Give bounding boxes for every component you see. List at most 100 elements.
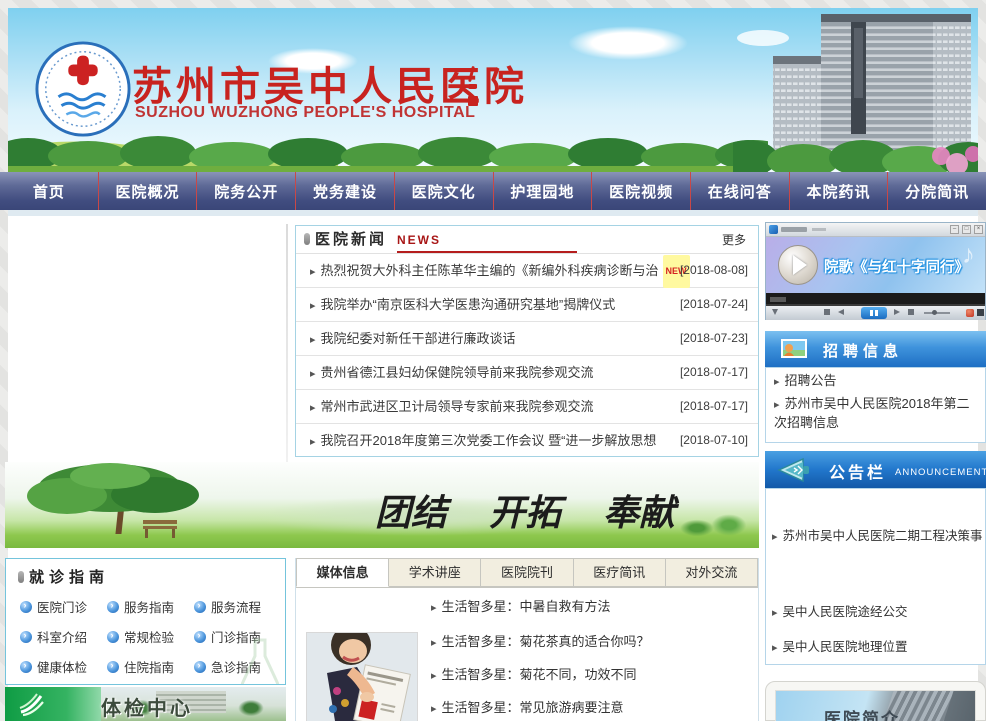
arrow-sphere-icon <box>194 631 206 643</box>
flask-watermark-icon <box>237 638 283 685</box>
slideshow-placeholder <box>286 224 288 464</box>
guide-link-departments[interactable]: 科室介绍 <box>20 627 107 646</box>
hospital-logo <box>34 40 132 138</box>
tab-medical-briefs[interactable]: 医疗简讯 <box>574 558 666 587</box>
nav-item-branch[interactable]: 分院简讯 <box>888 172 986 210</box>
next-track-icon[interactable] <box>894 309 900 315</box>
arrow-sphere-icon <box>107 631 119 643</box>
guide-title: 就诊指南 <box>29 569 109 586</box>
nav-item-culture[interactable]: 医院文化 <box>395 172 494 210</box>
nav-item-pharmacy[interactable]: 本院药讯 <box>790 172 889 210</box>
media-article-list: 生活智多星：中暑自救有方法 生活智多星：菊花茶真的适合你吗？ 生活智多星：菊花不… <box>431 590 751 721</box>
hospital-news-section: 医院新闻 NEWS 更多 热烈祝贺大外科主任陈革华主编的《新编外科疾病诊断与治NE… <box>295 225 759 457</box>
stop-icon[interactable] <box>824 309 830 315</box>
announcement-header[interactable]: 公告栏 ANNOUNCEMENT <box>765 451 986 488</box>
guide-link-inpatient[interactable]: 住院指南 <box>107 657 194 676</box>
news-item[interactable]: 贵州省德江县妇幼保健院领导前来我院参观交流 [2018-07-17] <box>296 356 758 390</box>
nav-item-nursing[interactable]: 护理园地 <box>494 172 593 210</box>
megaphone-icon <box>777 456 815 484</box>
visit-guide-section: 就诊指南 医院门诊 服务指南 服务流程 科室介绍 常规检验 门诊指南 健康体检 … <box>5 558 286 685</box>
news-title-en: NEWS <box>397 229 577 253</box>
announcement-link[interactable]: 吴中人民医院途经公交 <box>772 601 908 620</box>
record-icon[interactable] <box>966 309 974 317</box>
checkup-logo-icon <box>17 690 47 718</box>
slogan-text: 团结开拓奉献 <box>375 484 717 536</box>
close-icon[interactable]: × <box>974 225 983 234</box>
guide-link-outpatient[interactable]: 医院门诊 <box>20 597 107 616</box>
intro-label: 医院简介 <box>824 705 900 721</box>
pause-button[interactable] <box>861 307 887 319</box>
nav-item-overview[interactable]: 医院概况 <box>99 172 198 210</box>
nav-item-party[interactable]: 党务建设 <box>296 172 395 210</box>
intro-photo: 医院简介 <box>775 690 976 721</box>
arrow-sphere-icon <box>20 601 32 613</box>
nav-item-qa[interactable]: 在线问答 <box>691 172 790 210</box>
maximize-icon[interactable]: □ <box>962 225 971 234</box>
guide-link-routine-tests[interactable]: 常规检验 <box>107 627 194 646</box>
main-nav: 首页 医院概况 院务公开 党务建设 医院文化 护理园地 医院视频 在线问答 本院… <box>0 172 986 210</box>
play-button[interactable] <box>778 245 818 285</box>
announcement-link[interactable]: 吴中人民医院地理位置 <box>772 636 908 655</box>
news-item[interactable]: 我院召开2018年度第三次党委工作会议 暨“进一步解放思想 [2018-07-1… <box>296 424 758 457</box>
video-caption: 院歌《与红十字同行》 <box>824 256 969 277</box>
menu-icon[interactable] <box>772 309 778 315</box>
volume-slider[interactable] <box>924 312 950 314</box>
recruitment-link[interactable]: 苏州市吴中人民医院2018年第二次招聘信息 <box>766 391 985 432</box>
player-controls <box>766 306 985 320</box>
hospital-building-photo <box>733 8 978 172</box>
media-article-photo <box>306 632 418 721</box>
recruitment-icon <box>781 339 807 358</box>
nav-item-home[interactable]: 首页 <box>0 172 99 210</box>
arrow-sphere-icon <box>20 661 32 673</box>
video-player-window[interactable]: – □ × ♪ ♫ 院歌《与红十字同行》 <box>765 222 986 320</box>
tab-academic-lectures[interactable]: 学术讲座 <box>389 558 481 587</box>
header-trees <box>8 126 768 172</box>
hospital-title-en: SUZHOU WUZHONG PEOPLE'S HOSPITAL <box>135 104 475 122</box>
media-article[interactable]: 生活智多星：常见旅游病要注意 <box>431 691 751 721</box>
nav-item-video[interactable]: 医院视频 <box>592 172 691 210</box>
announcement-title: 公告栏 <box>829 459 886 483</box>
guide-header: 就诊指南 <box>6 559 285 589</box>
news-title: 医院新闻 <box>315 231 387 248</box>
checkup-center-banner[interactable]: 体检中心 <box>5 687 286 721</box>
settings-icon[interactable] <box>977 309 984 316</box>
player-seekbar[interactable] <box>766 293 985 306</box>
arrow-sphere-icon <box>194 661 206 673</box>
recruitment-link[interactable]: 招聘公告 <box>766 368 985 391</box>
playlist-icon[interactable] <box>908 309 914 315</box>
tab-media-info[interactable]: 媒体信息 <box>296 558 389 587</box>
section-bullet-icon <box>304 233 310 245</box>
media-article[interactable]: 生活智多星：中暑自救有方法 <box>431 590 751 623</box>
media-article[interactable]: 生活智多星：菊花不同，功效不同 <box>431 658 751 691</box>
recruitment-list: 招聘公告 苏州市吴中人民医院2018年第二次招聘信息 <box>765 367 986 443</box>
media-info-section: 媒体信息 学术讲座 医院院刊 医疗简讯 对外交流 生活智多星：中暑自救有方法 生… <box>295 558 759 721</box>
nav-item-affairs[interactable]: 院务公开 <box>197 172 296 210</box>
guide-link-service-flow[interactable]: 服务流程 <box>194 597 281 616</box>
news-item[interactable]: 常州市武进区卫计局领导专家前来我院参观交流 [2018-07-17] <box>296 390 758 424</box>
news-item[interactable]: 我院举办“南京医科大学医患沟通研究基地”揭牌仪式 [2018-07-24] <box>296 288 758 322</box>
volume-handle[interactable] <box>932 310 937 315</box>
news-item[interactable]: 热烈祝贺大外科主任陈革华主编的《新编外科疾病诊断与治NEW [2018-08-0… <box>296 254 758 288</box>
player-title-text <box>781 227 807 232</box>
guide-link-service-guide[interactable]: 服务指南 <box>107 597 194 616</box>
guide-link-checkup[interactable]: 健康体检 <box>20 657 107 676</box>
minimize-icon[interactable]: – <box>950 225 959 234</box>
tree-decor <box>234 697 268 719</box>
hospital-intro-card[interactable]: 医院简介 <box>765 681 986 721</box>
prev-track-icon[interactable] <box>838 309 844 315</box>
player-screen[interactable]: ♪ ♫ 院歌《与红十字同行》 <box>766 237 985 293</box>
announcement-link[interactable]: 苏州市吴中人民医院二期工程决策事 <box>772 525 983 544</box>
media-tabbar: 媒体信息 学术讲座 医院院刊 医疗简讯 对外交流 <box>296 558 758 588</box>
tab-external-exchange[interactable]: 对外交流 <box>666 558 758 587</box>
media-article[interactable]: 生活智多星：菊花茶真的适合你吗？ <box>431 625 751 658</box>
checkup-center-label: 体检中心 <box>101 692 193 721</box>
site-header: 苏州市吴中人民医院 SUZHOU WUZHONG PEOPLE'S HOSPIT… <box>8 8 978 172</box>
news-item[interactable]: 我院纪委对新任干部进行廉政谈话 [2018-07-23] <box>296 322 758 356</box>
tree-decor <box>5 462 305 548</box>
cloud-decor <box>568 26 688 60</box>
recruitment-header[interactable]: 招聘信息 <box>765 331 986 367</box>
calligraphy-seal <box>467 66 481 110</box>
news-more-link[interactable]: 更多 <box>722 231 746 248</box>
section-bullet-icon <box>18 571 24 583</box>
tab-hospital-journal[interactable]: 医院院刊 <box>481 558 573 587</box>
